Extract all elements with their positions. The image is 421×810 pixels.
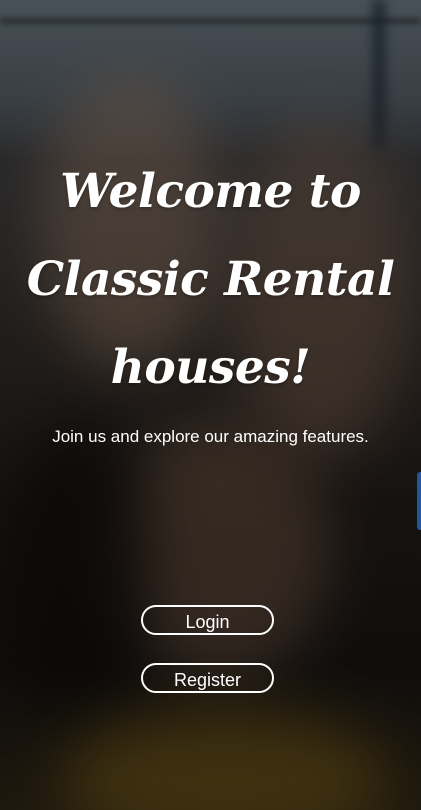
login-button[interactable]: Login	[141, 605, 274, 635]
register-button[interactable]: Register	[141, 663, 274, 693]
welcome-title-line-1: Welcome to	[60, 164, 361, 219]
welcome-title: Welcome to Classic Rental houses!	[0, 148, 421, 412]
welcome-subtitle: Join us and explore our amazing features…	[52, 427, 369, 446]
welcome-title-line-3: houses!	[110, 340, 311, 395]
welcome-title-line-2: Classic Rental	[26, 252, 395, 307]
welcome-screen: Welcome to Classic Rental houses! Join u…	[0, 0, 421, 810]
